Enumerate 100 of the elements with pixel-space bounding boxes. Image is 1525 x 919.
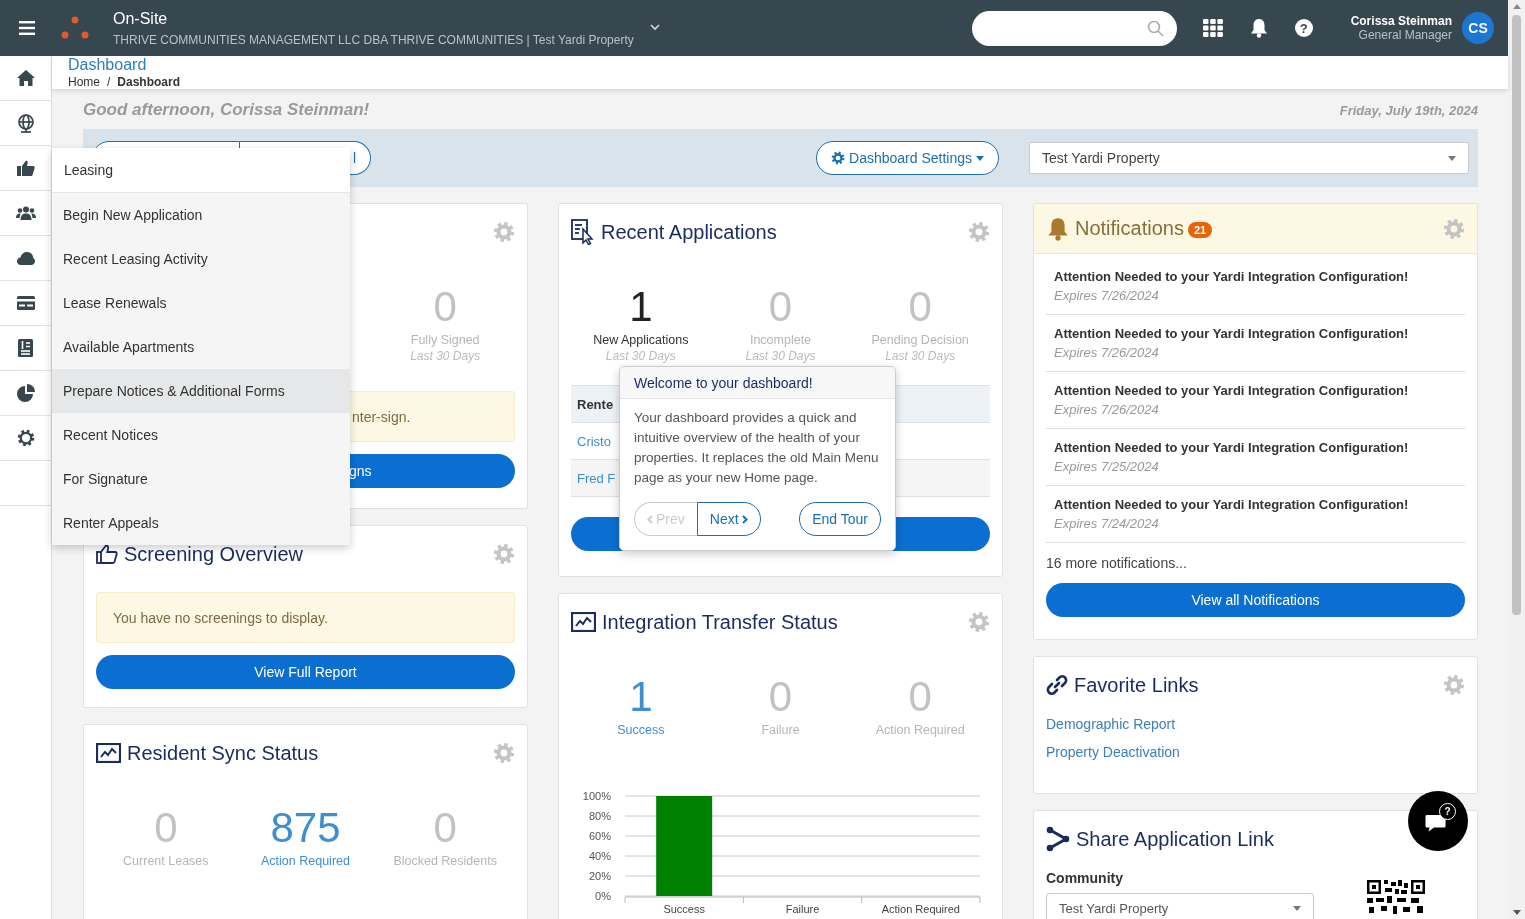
home-icon[interactable]	[16, 70, 35, 86]
user-avatar[interactable]: CS	[1462, 12, 1494, 44]
document-icon[interactable]	[18, 339, 33, 357]
favorite-link[interactable]: Demographic Report	[1046, 716, 1465, 732]
stat-label: Incomplete	[749, 333, 812, 347]
x-tick-label: Failure	[785, 903, 820, 915]
y-tick-label: 0%	[595, 890, 611, 902]
stat-label: Blocked Residents	[393, 854, 497, 868]
search-field[interactable]	[971, 10, 1177, 46]
app-name: On-Site	[113, 9, 169, 28]
card-title: Integration Transfer Status	[602, 610, 838, 634]
document-cursor-icon	[571, 219, 595, 245]
pie-chart-icon[interactable]	[16, 384, 35, 402]
people-icon[interactable]	[15, 206, 36, 220]
settings-icon	[831, 151, 846, 165]
menu-item[interactable]: Lease Renewals	[52, 281, 350, 325]
page-title: Dashboard	[68, 56, 148, 74]
stat-link[interactable]: Action Required	[261, 854, 350, 868]
bell-icon[interactable]	[1249, 18, 1268, 38]
thumbs-up-icon[interactable]	[16, 160, 35, 176]
stat-value: 1	[629, 283, 653, 331]
menu-item[interactable]: Available Apartments	[52, 325, 350, 369]
x-tick-label: Success	[663, 903, 705, 915]
card-title: Share Application Link	[1076, 827, 1274, 851]
stat-value: 0	[768, 673, 793, 721]
stat-label: Action Required	[875, 723, 965, 737]
menu-item[interactable]: For Signature	[52, 457, 350, 501]
chevron-left-icon	[647, 514, 653, 524]
favorite-link[interactable]: Property Deactivation	[1046, 744, 1465, 760]
stat-period: Last 30 Days	[745, 349, 816, 363]
y-tick-label: 20%	[588, 870, 611, 882]
greeting: Good afternoon, Corissa Steinman!	[83, 100, 370, 120]
help-icon[interactable]: ?	[1294, 19, 1313, 37]
search-icon	[1146, 19, 1164, 37]
share-icon	[1046, 826, 1070, 852]
stat-label: Pending Decision	[871, 333, 969, 347]
popover-text: Your dashboard provides a quick and intuitive overview of the health of your properties. It replaces the old Main Menu page as your new Home page.	[633, 409, 880, 487]
globe-icon[interactable]	[16, 113, 35, 133]
help-glyph: ?	[1439, 803, 1456, 820]
end-tour-button[interactable]: End Tour	[799, 502, 881, 536]
date: Friday, July 19th, 2024	[1339, 102, 1478, 118]
apps-grid-icon[interactable]	[1202, 19, 1223, 37]
caret-icon	[1293, 905, 1301, 911]
property-select[interactable]: Test Yardi Property	[1029, 142, 1469, 174]
menu-item[interactable]: Recent Leasing Activity	[52, 237, 350, 281]
card-title: Favorite Links	[1074, 673, 1199, 697]
view-full-report-button[interactable]: View Full Report	[96, 655, 515, 689]
user-role: General Manager	[1358, 28, 1452, 42]
applicant-link[interactable]: Cristo	[577, 433, 611, 449]
company-name: THRIVE COMMUNITIES MANAGEMENT LLC DBA THRIVE COMMUNITIES | Test Yardi Property	[113, 32, 634, 47]
menu-icon[interactable]	[19, 21, 35, 35]
breadcrumb-link[interactable]: Home	[68, 75, 100, 89]
more-notifications: 16 more notifications...	[1046, 555, 1188, 571]
stat-period: Last 30 Days	[410, 349, 481, 363]
notification-expiry: Expires 7/26/2024	[1054, 345, 1160, 360]
stat-link[interactable]: Success	[617, 723, 665, 737]
popover-title: Welcome to your dashboard!	[634, 374, 813, 391]
breadcrumb-separator: /	[107, 75, 111, 89]
notification-title[interactable]: Attention Needed to your Yardi Integration Configuration!	[1054, 269, 1465, 284]
card-title: Screening Overview	[124, 542, 303, 566]
notification-expiry: Expires 7/26/2024	[1054, 288, 1160, 303]
x-tick-label: Action Required	[881, 903, 960, 915]
scroll-down-icon[interactable]	[1512, 910, 1521, 915]
community-select[interactable]: Test Yardi Property	[1046, 893, 1314, 919]
thumbs-up-icon	[96, 544, 118, 564]
y-tick-label: 60%	[588, 830, 611, 842]
bell-icon	[1047, 216, 1069, 241]
card-title: Resident Sync Status	[127, 741, 319, 765]
y-tick-label: 80%	[588, 810, 611, 822]
menu-item[interactable]: Prepare Notices & Additional Forms	[52, 369, 350, 413]
chevron-right-icon	[741, 514, 748, 524]
notification-expiry: Expires 7/24/2024	[1054, 516, 1160, 531]
settings-icon[interactable]	[16, 429, 35, 447]
stat-value: 0	[433, 283, 457, 331]
stat-value: 0	[908, 673, 932, 721]
notification-title[interactable]: Attention Needed to your Yardi Integration Configuration!	[1054, 497, 1465, 512]
breadcrumb-current: Dashboard	[117, 75, 181, 89]
stat-period: Last 30 Days	[885, 349, 956, 363]
card-title: Notifications	[1075, 217, 1184, 240]
field-label: Community	[1046, 870, 1124, 886]
caret-icon	[976, 155, 984, 161]
scroll-thumb[interactable]	[1512, 15, 1521, 615]
notification-title[interactable]: Attention Needed to your Yardi Integration Configuration!	[1054, 383, 1465, 398]
chevron-down-icon[interactable]	[649, 23, 660, 31]
notification-title[interactable]: Attention Needed to your Yardi Integration Configuration!	[1054, 326, 1465, 341]
cloud-icon[interactable]	[16, 251, 35, 265]
notification-title[interactable]: Attention Needed to your Yardi Integration Configuration!	[1054, 440, 1465, 455]
menu-item[interactable]: Begin New Application	[52, 193, 350, 237]
dashboard-settings-button[interactable]: Dashboard Settings	[816, 141, 999, 175]
column-header: Rente	[577, 396, 614, 412]
y-tick-label: 40%	[588, 850, 611, 862]
scroll-up-icon[interactable]	[1512, 4, 1521, 9]
view-all-notifications-button[interactable]: View all Notifications	[1046, 583, 1465, 617]
card-icon[interactable]	[16, 296, 35, 310]
stat-value: 0	[433, 804, 457, 852]
stat-label: Current Leases	[123, 854, 209, 868]
next-button[interactable]: Next	[696, 502, 761, 536]
menu-item[interactable]: Renter Appeals	[52, 501, 350, 545]
stat-period: Last 30 Days	[605, 349, 676, 363]
menu-title: Leasing	[64, 162, 114, 178]
